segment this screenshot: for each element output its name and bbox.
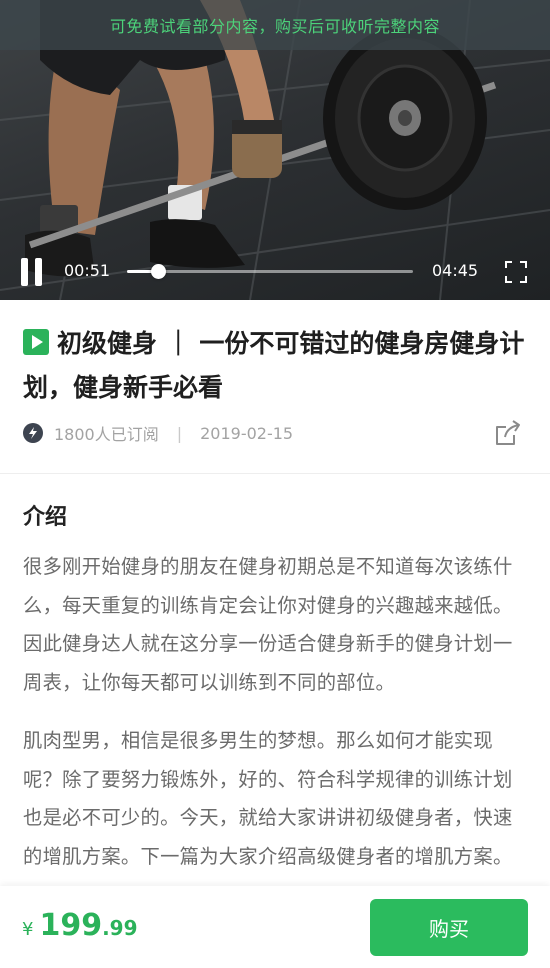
course-title-row: 初级健身 ｜ 一份不可错过的健身房健身计划，健身新手必看	[23, 322, 528, 410]
section-divider	[0, 473, 550, 474]
price-currency: ¥	[22, 919, 34, 940]
intro-paragraph: 很多刚开始健身的朋友在健身初期总是不知道每次该练什么，每天重复的训练肯定会让你对…	[23, 555, 513, 694]
fullscreen-icon[interactable]	[504, 260, 528, 284]
price-decimal: .99	[102, 916, 138, 940]
progress-bar[interactable]	[127, 264, 413, 279]
trial-notice-banner: 可免费试看部分内容，购买后可收听完整内容	[0, 0, 550, 50]
progress-handle[interactable]	[151, 264, 167, 279]
purchase-bar: ¥199.99 购买	[0, 886, 550, 968]
course-header: 初级健身 ｜ 一份不可错过的健身房健身计划，健身新手必看	[23, 322, 528, 410]
video-player[interactable]: 可免费试看部分内容，购买后可收听完整内容 00:51 04:45	[0, 0, 550, 300]
meta-separator: |	[176, 423, 183, 443]
intro-section: 介绍 很多刚开始健身的朋友在健身初期总是不知道每次该练什么，每天重复的训练肯定会…	[23, 500, 528, 896]
publish-date: 2019-02-15	[200, 423, 294, 443]
course-title: 初级健身 ｜ 一份不可错过的健身房健身计划，健身新手必看	[23, 329, 525, 402]
subscribe-icon	[23, 423, 43, 443]
subscriber-count: 1800人已订阅	[54, 425, 159, 444]
buy-button[interactable]: 购买	[370, 899, 528, 956]
video-play-badge-icon	[23, 329, 49, 355]
intro-heading: 介绍	[23, 505, 68, 530]
price: ¥199.99	[22, 908, 138, 943]
share-icon[interactable]	[494, 419, 522, 447]
total-time: 04:45	[432, 261, 479, 280]
current-time: 00:51	[64, 261, 111, 280]
course-meta: 1800人已订阅 | 2019-02-15	[23, 418, 528, 448]
pause-icon[interactable]	[20, 258, 44, 286]
price-integer: 199	[39, 908, 103, 943]
intro-paragraph: 肌肉型男，相信是很多男生的梦想。那么如何才能实现呢？除了要努力锻炼外，好的、符合…	[23, 729, 513, 868]
video-controls: 00:51 04:45	[0, 250, 550, 294]
